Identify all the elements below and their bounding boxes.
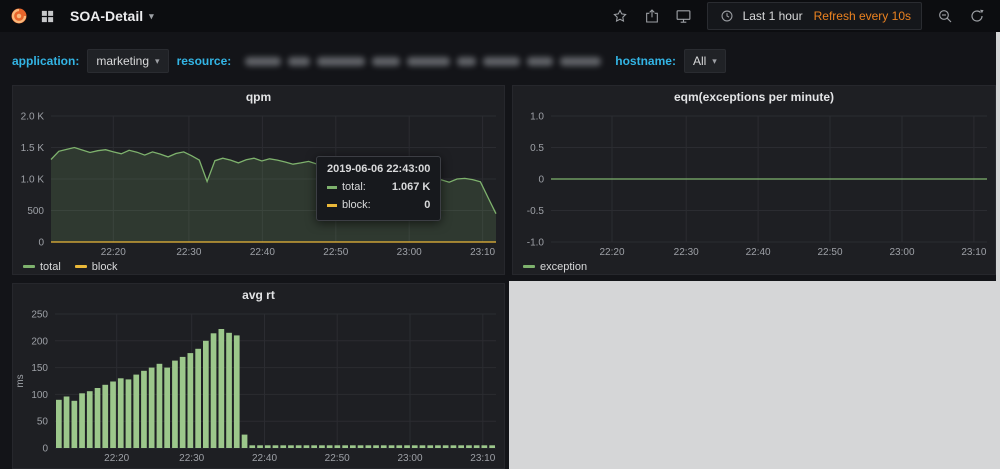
legend-color-dash — [74, 265, 87, 268]
svg-text:23:10: 23:10 — [470, 453, 495, 464]
svg-text:22:40: 22:40 — [250, 247, 275, 258]
refresh-interval-label: Refresh every 10s — [813, 9, 911, 23]
refresh-icon[interactable] — [968, 7, 986, 25]
panel-title-eqm[interactable]: eqm(exceptions per minute) — [513, 86, 995, 108]
dashboard-title-text: SOA-Detail — [70, 8, 144, 24]
svg-text:200: 200 — [31, 336, 48, 347]
eqm-chart[interactable]: 1.0 0.5 0 -0.5 -1.0 22:20 22:30 22:40 22:50 23:00… — [513, 108, 995, 258]
series-color-mark — [327, 186, 337, 190]
hostname-label: hostname: — [615, 54, 676, 68]
svg-text:2.0 K: 2.0 K — [21, 112, 45, 123]
svg-text:-0.5: -0.5 — [527, 206, 545, 217]
tv-mode-icon[interactable] — [675, 7, 693, 25]
hostname-dropdown[interactable]: All ▾ — [683, 49, 726, 73]
svg-text:23:10: 23:10 — [961, 247, 986, 258]
svg-text:22:50: 22:50 — [817, 247, 842, 258]
time-range-label: Last 1 hour — [742, 9, 803, 23]
variable-filters: application: marketing ▾ resource: hostn… — [12, 48, 726, 74]
tooltip-series-label: total: — [342, 181, 366, 193]
legend-item-exception[interactable]: exception — [523, 261, 587, 273]
dashboard-grid-icon[interactable] — [38, 7, 56, 25]
chevron-down-icon: ▾ — [149, 10, 154, 21]
chevron-down-icon: ▾ — [712, 55, 717, 66]
svg-text:ms: ms — [15, 374, 26, 387]
share-icon[interactable] — [643, 7, 661, 25]
panel-title-qpm[interactable]: qpm — [13, 86, 504, 108]
application-label: application: — [12, 54, 80, 68]
svg-text:1.5 K: 1.5 K — [21, 143, 45, 154]
svg-text:23:00: 23:00 — [397, 453, 422, 464]
panel-title-avg-rt[interactable]: avg rt — [13, 284, 504, 306]
svg-text:-1.0: -1.0 — [527, 238, 545, 249]
legend-item-total[interactable]: total — [23, 261, 61, 273]
svg-text:22:30: 22:30 — [176, 247, 201, 258]
svg-text:23:00: 23:00 — [397, 247, 422, 258]
zoom-out-icon[interactable] — [936, 7, 954, 25]
navbar-actions: Last 1 hour Refresh every 10s — [611, 2, 990, 30]
dashboard-title[interactable]: SOA-Detail ▾ — [70, 8, 154, 24]
clock-icon — [718, 7, 736, 25]
svg-text:23:10: 23:10 — [470, 247, 495, 258]
chart-canvas[interactable]: 250 200 150 100 50 0 22:20 22:30 22:40 22:50 23:00… — [13, 306, 504, 464]
svg-text:22:20: 22:20 — [599, 247, 624, 258]
tooltip-timestamp: 2019-06-06 22:43:00 — [327, 163, 431, 175]
eqm-legend: exception — [513, 258, 995, 276]
grafana-logo-icon[interactable] — [10, 7, 28, 25]
svg-text:22:20: 22:20 — [101, 247, 126, 258]
chevron-down-icon: ▾ — [155, 55, 160, 66]
empty-page-region — [509, 281, 996, 469]
application-value: marketing — [96, 54, 150, 68]
svg-text:0: 0 — [42, 444, 48, 455]
resource-value-redacted[interactable] — [239, 50, 607, 72]
tooltip-row-total: total: 1.067 K — [327, 179, 430, 197]
panel-eqm: eqm(exceptions per minute) 1.0 0.5 0 -0.5 -1… — [512, 85, 996, 275]
qpm-legend: total block — [13, 258, 504, 276]
application-dropdown[interactable]: marketing ▾ — [87, 49, 169, 73]
svg-text:22:40: 22:40 — [252, 453, 277, 464]
svg-text:22:50: 22:50 — [323, 247, 348, 258]
legend-item-block[interactable]: block — [74, 261, 117, 273]
star-icon[interactable] — [611, 7, 629, 25]
svg-text:250: 250 — [31, 310, 48, 321]
resource-label: resource: — [176, 54, 232, 68]
panel-avg-rt: avg rt 250 200 150 100 50 0 22:20 22:30 22:40 22:… — [12, 283, 505, 469]
svg-text:22:30: 22:30 — [674, 247, 699, 258]
svg-text:0: 0 — [538, 175, 544, 186]
svg-text:23:00: 23:00 — [889, 247, 914, 258]
svg-text:1.0: 1.0 — [530, 112, 544, 123]
svg-text:1.0 K: 1.0 K — [21, 175, 45, 186]
series-color-mark — [327, 203, 337, 207]
svg-text:150: 150 — [31, 363, 48, 374]
chart-tooltip: 2019-06-06 22:43:00 total: 1.067 K block… — [316, 156, 442, 222]
page-scroll-edge[interactable] — [996, 32, 1000, 469]
svg-text:0: 0 — [38, 238, 44, 249]
svg-text:50: 50 — [37, 417, 49, 428]
legend-color-dash — [523, 265, 535, 268]
tooltip-series-value: 0 — [424, 198, 431, 211]
svg-text:22:30: 22:30 — [179, 453, 204, 464]
tooltip-series-value: 1.067 K — [391, 181, 431, 193]
tooltip-row-block: block: 0 — [327, 197, 430, 215]
tooltip-series-label: block: — [342, 198, 371, 211]
svg-text:22:40: 22:40 — [746, 247, 771, 258]
chart-canvas[interactable]: 1.0 0.5 0 -0.5 -1.0 22:20 22:30 22:40 22:50 23:00… — [513, 108, 995, 258]
svg-text:100: 100 — [31, 390, 48, 401]
svg-text:0.5: 0.5 — [530, 143, 544, 154]
navbar: SOA-Detail ▾ Last 1 hour Refresh every 1… — [0, 0, 1000, 32]
hostname-value: All — [692, 54, 707, 68]
svg-text:22:50: 22:50 — [325, 453, 350, 464]
legend-color-dash — [23, 265, 35, 268]
svg-text:22:20: 22:20 — [104, 453, 129, 464]
panel-qpm: qpm 2.0 K 1.5 K 1.0 K 500 0 22:20 22:30 22:40 22… — [12, 85, 505, 275]
avg-rt-chart[interactable]: 250 200 150 100 50 0 22:20 22:30 22:40 22:50 23:00… — [13, 306, 504, 464]
time-range-picker[interactable]: Last 1 hour Refresh every 10s — [706, 2, 922, 30]
svg-text:500: 500 — [27, 206, 44, 217]
